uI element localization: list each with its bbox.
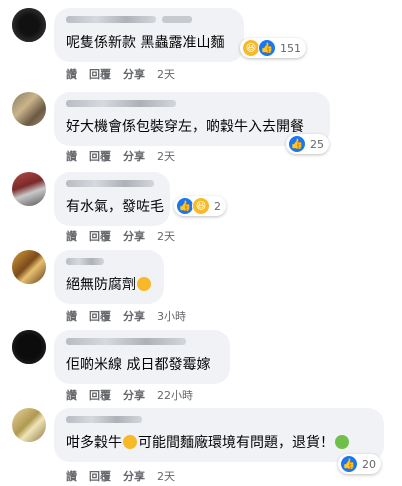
scream-emoji-icon: [123, 435, 137, 449]
timestamp[interactable]: 2天: [157, 470, 175, 483]
commenter-name[interactable]: [66, 180, 154, 187]
like-button[interactable]: 讚: [66, 389, 77, 402]
comment-text: 好大機會係包裝穿左，啲穀牛入去開餐: [66, 119, 304, 135]
comment-actions: 讚回覆 分享 2天: [66, 148, 187, 164]
timestamp[interactable]: 3小時: [157, 310, 186, 323]
avatar[interactable]: [12, 8, 46, 42]
nauseated-emoji-icon: [335, 435, 349, 449]
commenter-name[interactable]: [66, 258, 104, 265]
reaction-count: 2: [214, 199, 221, 213]
reply-button[interactable]: 回覆: [89, 68, 111, 81]
reply-button[interactable]: 回覆: [89, 230, 111, 243]
like-icon: 👍: [340, 455, 358, 473]
commenter-name[interactable]: [66, 338, 186, 345]
timestamp[interactable]: 2天: [157, 230, 175, 243]
reaction-count: 20: [362, 457, 376, 471]
like-button[interactable]: 讚: [66, 150, 77, 163]
like-button[interactable]: 讚: [66, 470, 77, 483]
reaction-summary[interactable]: 👍 25: [286, 134, 329, 154]
commenter-name[interactable]: [66, 416, 142, 423]
comment-text: 咁多穀牛 可能間麵廠環境有問題，退貨！: [66, 434, 350, 452]
comment-actions: 讚回覆 分享 3小時: [66, 308, 198, 324]
like-icon: 👍: [258, 39, 276, 57]
comment-bubble: 咁多穀牛 可能間麵廠環境有問題，退貨！: [54, 408, 384, 462]
comment-actions: 讚回覆 分享 22小時: [66, 387, 205, 403]
comment-bubble: 絕無防腐劑: [54, 250, 164, 304]
share-button[interactable]: 分享: [123, 150, 145, 163]
commenter-name[interactable]: [66, 100, 176, 107]
avatar[interactable]: [12, 172, 46, 206]
haha-icon: 😆: [192, 197, 210, 215]
share-button[interactable]: 分享: [123, 470, 145, 483]
timestamp[interactable]: 22小時: [157, 389, 193, 402]
like-button[interactable]: 讚: [66, 68, 77, 81]
like-button[interactable]: 讚: [66, 230, 77, 243]
tongue-emoji-icon: [137, 277, 151, 291]
comment-text: 絕無防腐劑: [66, 276, 152, 294]
share-button[interactable]: 分享: [123, 230, 145, 243]
reply-button[interactable]: 回覆: [89, 150, 111, 163]
reaction-summary[interactable]: 👍 😆 2: [174, 196, 226, 216]
timestamp[interactable]: 2天: [157, 68, 175, 81]
comment-bubble: 佢啲米線 成日都發霉嫁: [54, 330, 230, 384]
reaction-count: 151: [280, 41, 301, 55]
comment-actions: 讚回覆 分享 2天: [66, 468, 187, 484]
like-button[interactable]: 讚: [66, 310, 77, 323]
reply-button[interactable]: 回覆: [89, 310, 111, 323]
comment-bubble: 有水氣，發咗毛: [54, 172, 170, 226]
reaction-summary[interactable]: 😆 👍 151: [240, 38, 306, 58]
timestamp[interactable]: 2天: [157, 150, 175, 163]
reply-button[interactable]: 回覆: [89, 470, 111, 483]
avatar[interactable]: [12, 250, 46, 284]
avatar[interactable]: [12, 330, 46, 364]
comment-bubble: 呢隻係新款 黑蟲露准山麵: [54, 8, 244, 62]
comment-actions: 讚回覆 分享 2天: [66, 66, 187, 82]
comment-text: 呢隻係新款 黑蟲露准山麵: [66, 35, 225, 51]
comment-text: 有水氣，發咗毛: [66, 199, 164, 215]
like-icon: 👍: [288, 135, 306, 153]
reaction-count: 25: [310, 137, 324, 151]
commenter-name[interactable]: [66, 16, 156, 23]
share-button[interactable]: 分享: [123, 389, 145, 402]
avatar[interactable]: [12, 92, 46, 126]
avatar[interactable]: [12, 408, 46, 442]
share-button[interactable]: 分享: [123, 310, 145, 323]
comment-actions: 讚回覆 分享 2天: [66, 228, 187, 244]
reply-button[interactable]: 回覆: [89, 389, 111, 402]
comment-text: 佢啲米線 成日都發霉嫁: [66, 357, 211, 373]
share-button[interactable]: 分享: [123, 68, 145, 81]
reaction-summary[interactable]: 👍 20: [338, 454, 381, 474]
